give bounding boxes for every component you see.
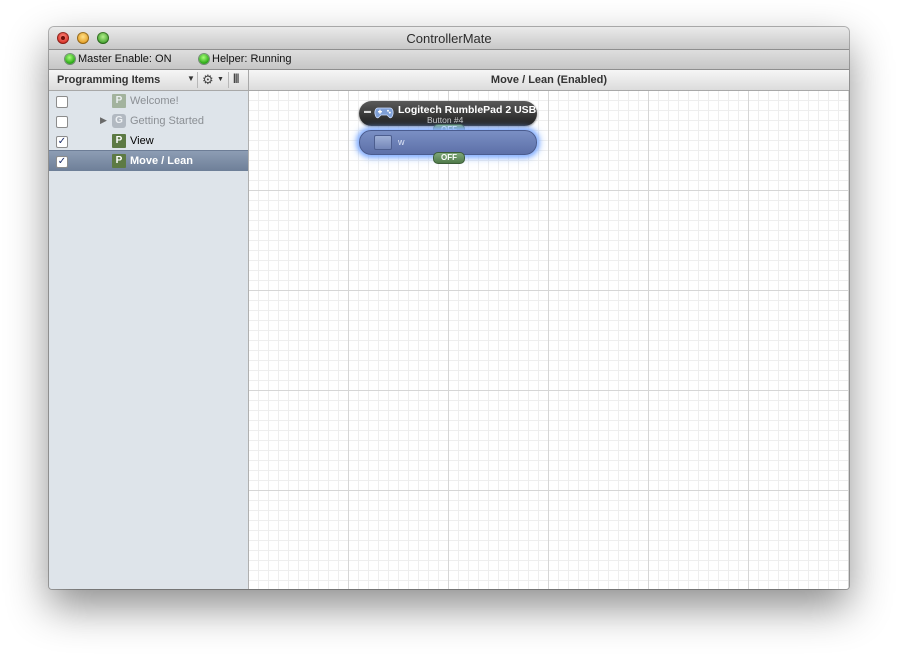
header-divider bbox=[228, 72, 229, 88]
sidebar-header: Programming Items ▼ ⚙ ▼ ||| bbox=[49, 70, 249, 91]
list-item-move-lean[interactable]: ✓ P Move / Lean bbox=[49, 150, 248, 171]
list-item-getting-started[interactable]: ▶ G Getting Started bbox=[49, 111, 248, 131]
key-name: w bbox=[398, 137, 405, 147]
collapse-icon[interactable]: ▬ bbox=[364, 108, 371, 115]
disclosure-triangle-icon[interactable]: ▶ bbox=[100, 115, 107, 126]
columns-icon[interactable]: ||| bbox=[233, 73, 239, 84]
status-led-icon bbox=[199, 54, 209, 64]
sort-arrow-icon[interactable]: ▼ bbox=[187, 74, 195, 83]
key-state-badge: OFF bbox=[433, 152, 465, 164]
item-label: Move / Lean bbox=[130, 155, 193, 167]
window-title: ControllerMate bbox=[406, 31, 492, 46]
helper-label: Helper: Running bbox=[212, 53, 292, 65]
device-button-node[interactable]: ▬ Logitech RumblePad 2 USB Button #4 bbox=[359, 101, 537, 126]
item-label: View bbox=[130, 135, 154, 147]
device-name: Logitech RumblePad 2 USB bbox=[398, 104, 537, 116]
enable-checkbox[interactable]: ✓ bbox=[56, 156, 68, 168]
app-window: ControllerMate Master Enable: ON Helper:… bbox=[49, 27, 849, 589]
title-bar[interactable]: ControllerMate bbox=[49, 27, 849, 50]
header-divider bbox=[197, 72, 198, 88]
master-enable-status[interactable]: Master Enable: ON bbox=[65, 53, 172, 65]
master-enable-label: Master Enable: ON bbox=[78, 53, 172, 65]
programming-items-list: P Welcome! ▶ G Getting Started ✓ P View … bbox=[49, 91, 249, 589]
keyboard-key-icon bbox=[374, 135, 392, 150]
chevron-down-icon[interactable]: ▼ bbox=[217, 76, 224, 83]
canvas-header: Move / Lean (Enabled) bbox=[249, 70, 849, 91]
item-label: Welcome! bbox=[130, 95, 179, 107]
palette-item-icon: P bbox=[112, 134, 126, 148]
enable-checkbox[interactable]: ✓ bbox=[56, 136, 68, 148]
programming-canvas[interactable]: ▬ Logitech RumblePad 2 USB Button #4 OFF… bbox=[249, 91, 849, 589]
list-item-view[interactable]: ✓ P View bbox=[49, 131, 248, 151]
helper-status[interactable]: Helper: Running bbox=[199, 53, 292, 65]
palette-item-icon: P bbox=[112, 94, 126, 108]
enable-checkbox[interactable] bbox=[56, 116, 68, 128]
enable-checkbox[interactable] bbox=[56, 96, 68, 108]
palette-item-icon: P bbox=[112, 154, 126, 168]
status-bar: Master Enable: ON Helper: Running bbox=[49, 50, 849, 70]
programming-items-header[interactable]: Programming Items bbox=[57, 74, 160, 86]
gear-icon[interactable]: ⚙ bbox=[202, 72, 214, 88]
gamepad-icon bbox=[374, 107, 394, 119]
list-item-welcome[interactable]: P Welcome! bbox=[49, 91, 248, 111]
group-icon: G bbox=[112, 114, 126, 128]
item-label: Getting Started bbox=[130, 115, 204, 127]
status-led-icon bbox=[65, 54, 75, 64]
